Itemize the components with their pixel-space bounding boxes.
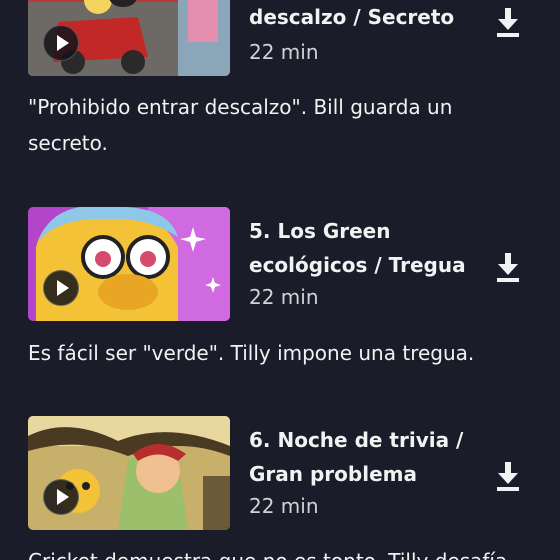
episode-description: Cricket demuestra que no es tonto. Tilly… <box>28 543 528 560</box>
download-icon[interactable] <box>494 251 522 283</box>
episode-item[interactable]: 6. Noche de trivia / Gran problema 22 mi… <box>0 416 560 560</box>
episode-thumbnail[interactable] <box>28 416 230 530</box>
play-icon[interactable] <box>43 25 79 61</box>
play-icon[interactable] <box>43 479 79 515</box>
episode-item[interactable]: 5. Los Green ecológicos / Tregua 22 min … <box>0 207 560 365</box>
episode-list: descalzo / Secreto 22 min "Prohibido ent… <box>0 0 560 560</box>
episode-title: 5. Los Green ecológicos / Tregua <box>249 219 466 277</box>
episode-item[interactable]: descalzo / Secreto 22 min "Prohibido ent… <box>0 0 560 155</box>
episode-thumbnail[interactable] <box>28 207 230 321</box>
play-icon[interactable] <box>43 270 79 306</box>
episode-thumbnail[interactable] <box>28 0 230 76</box>
download-icon[interactable] <box>494 6 522 38</box>
episode-duration: 22 min <box>249 494 319 518</box>
episode-title: 6. Noche de trivia / Gran problema <box>249 428 464 486</box>
episode-duration: 22 min <box>249 285 319 309</box>
episode-duration: 22 min <box>249 40 319 64</box>
episode-title: descalzo / Secreto <box>249 5 455 29</box>
download-icon[interactable] <box>494 460 522 492</box>
episode-description: "Prohibido entrar descalzo". Bill guarda… <box>28 95 453 155</box>
episode-description: Es fácil ser "verde". Tilly impone una t… <box>28 341 475 365</box>
